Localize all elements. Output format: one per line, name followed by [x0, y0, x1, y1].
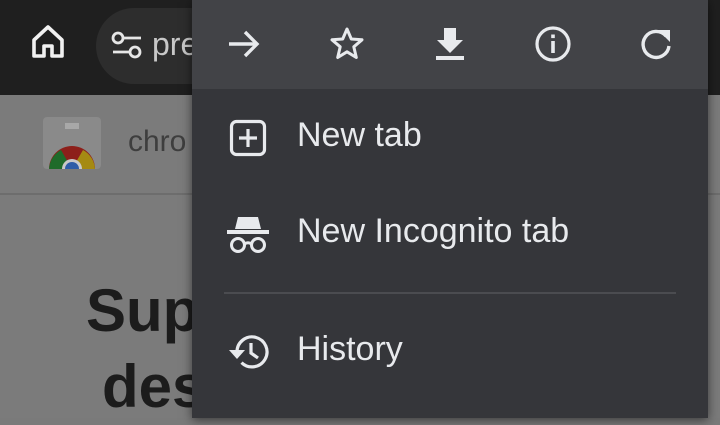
reload-button[interactable] [632, 20, 680, 68]
page-info-button[interactable] [529, 20, 577, 68]
forward-button[interactable] [220, 20, 268, 68]
menu-item-new-incognito-tab[interactable]: New Incognito tab [192, 186, 708, 282]
bookmark-button[interactable] [323, 20, 371, 68]
chrome-store-logo [43, 117, 101, 179]
add-box-icon [224, 118, 272, 158]
info-icon [535, 26, 571, 62]
menu-item-history[interactable]: History [192, 304, 708, 400]
site-name: chro [128, 125, 187, 158]
tune-icon[interactable] [110, 30, 144, 65]
history-icon [224, 332, 272, 372]
refresh-icon [641, 29, 671, 60]
menu-item-new-tab[interactable]: New tab [192, 90, 708, 186]
arrow-forward-icon [229, 30, 260, 58]
app-menu: New tab New Incognito tab History [192, 0, 708, 418]
menu-divider [224, 292, 676, 294]
download-icon [436, 28, 464, 60]
home-icon [32, 25, 64, 58]
star-outline-icon [330, 27, 364, 59]
menu-item-label: History [297, 330, 403, 368]
home-button[interactable] [24, 20, 72, 64]
download-button[interactable] [426, 20, 474, 68]
menu-action-bar [192, 0, 708, 89]
menu-item-label: New Incognito tab [297, 212, 570, 250]
menu-item-label: New tab [297, 116, 422, 154]
incognito-icon [224, 214, 272, 254]
